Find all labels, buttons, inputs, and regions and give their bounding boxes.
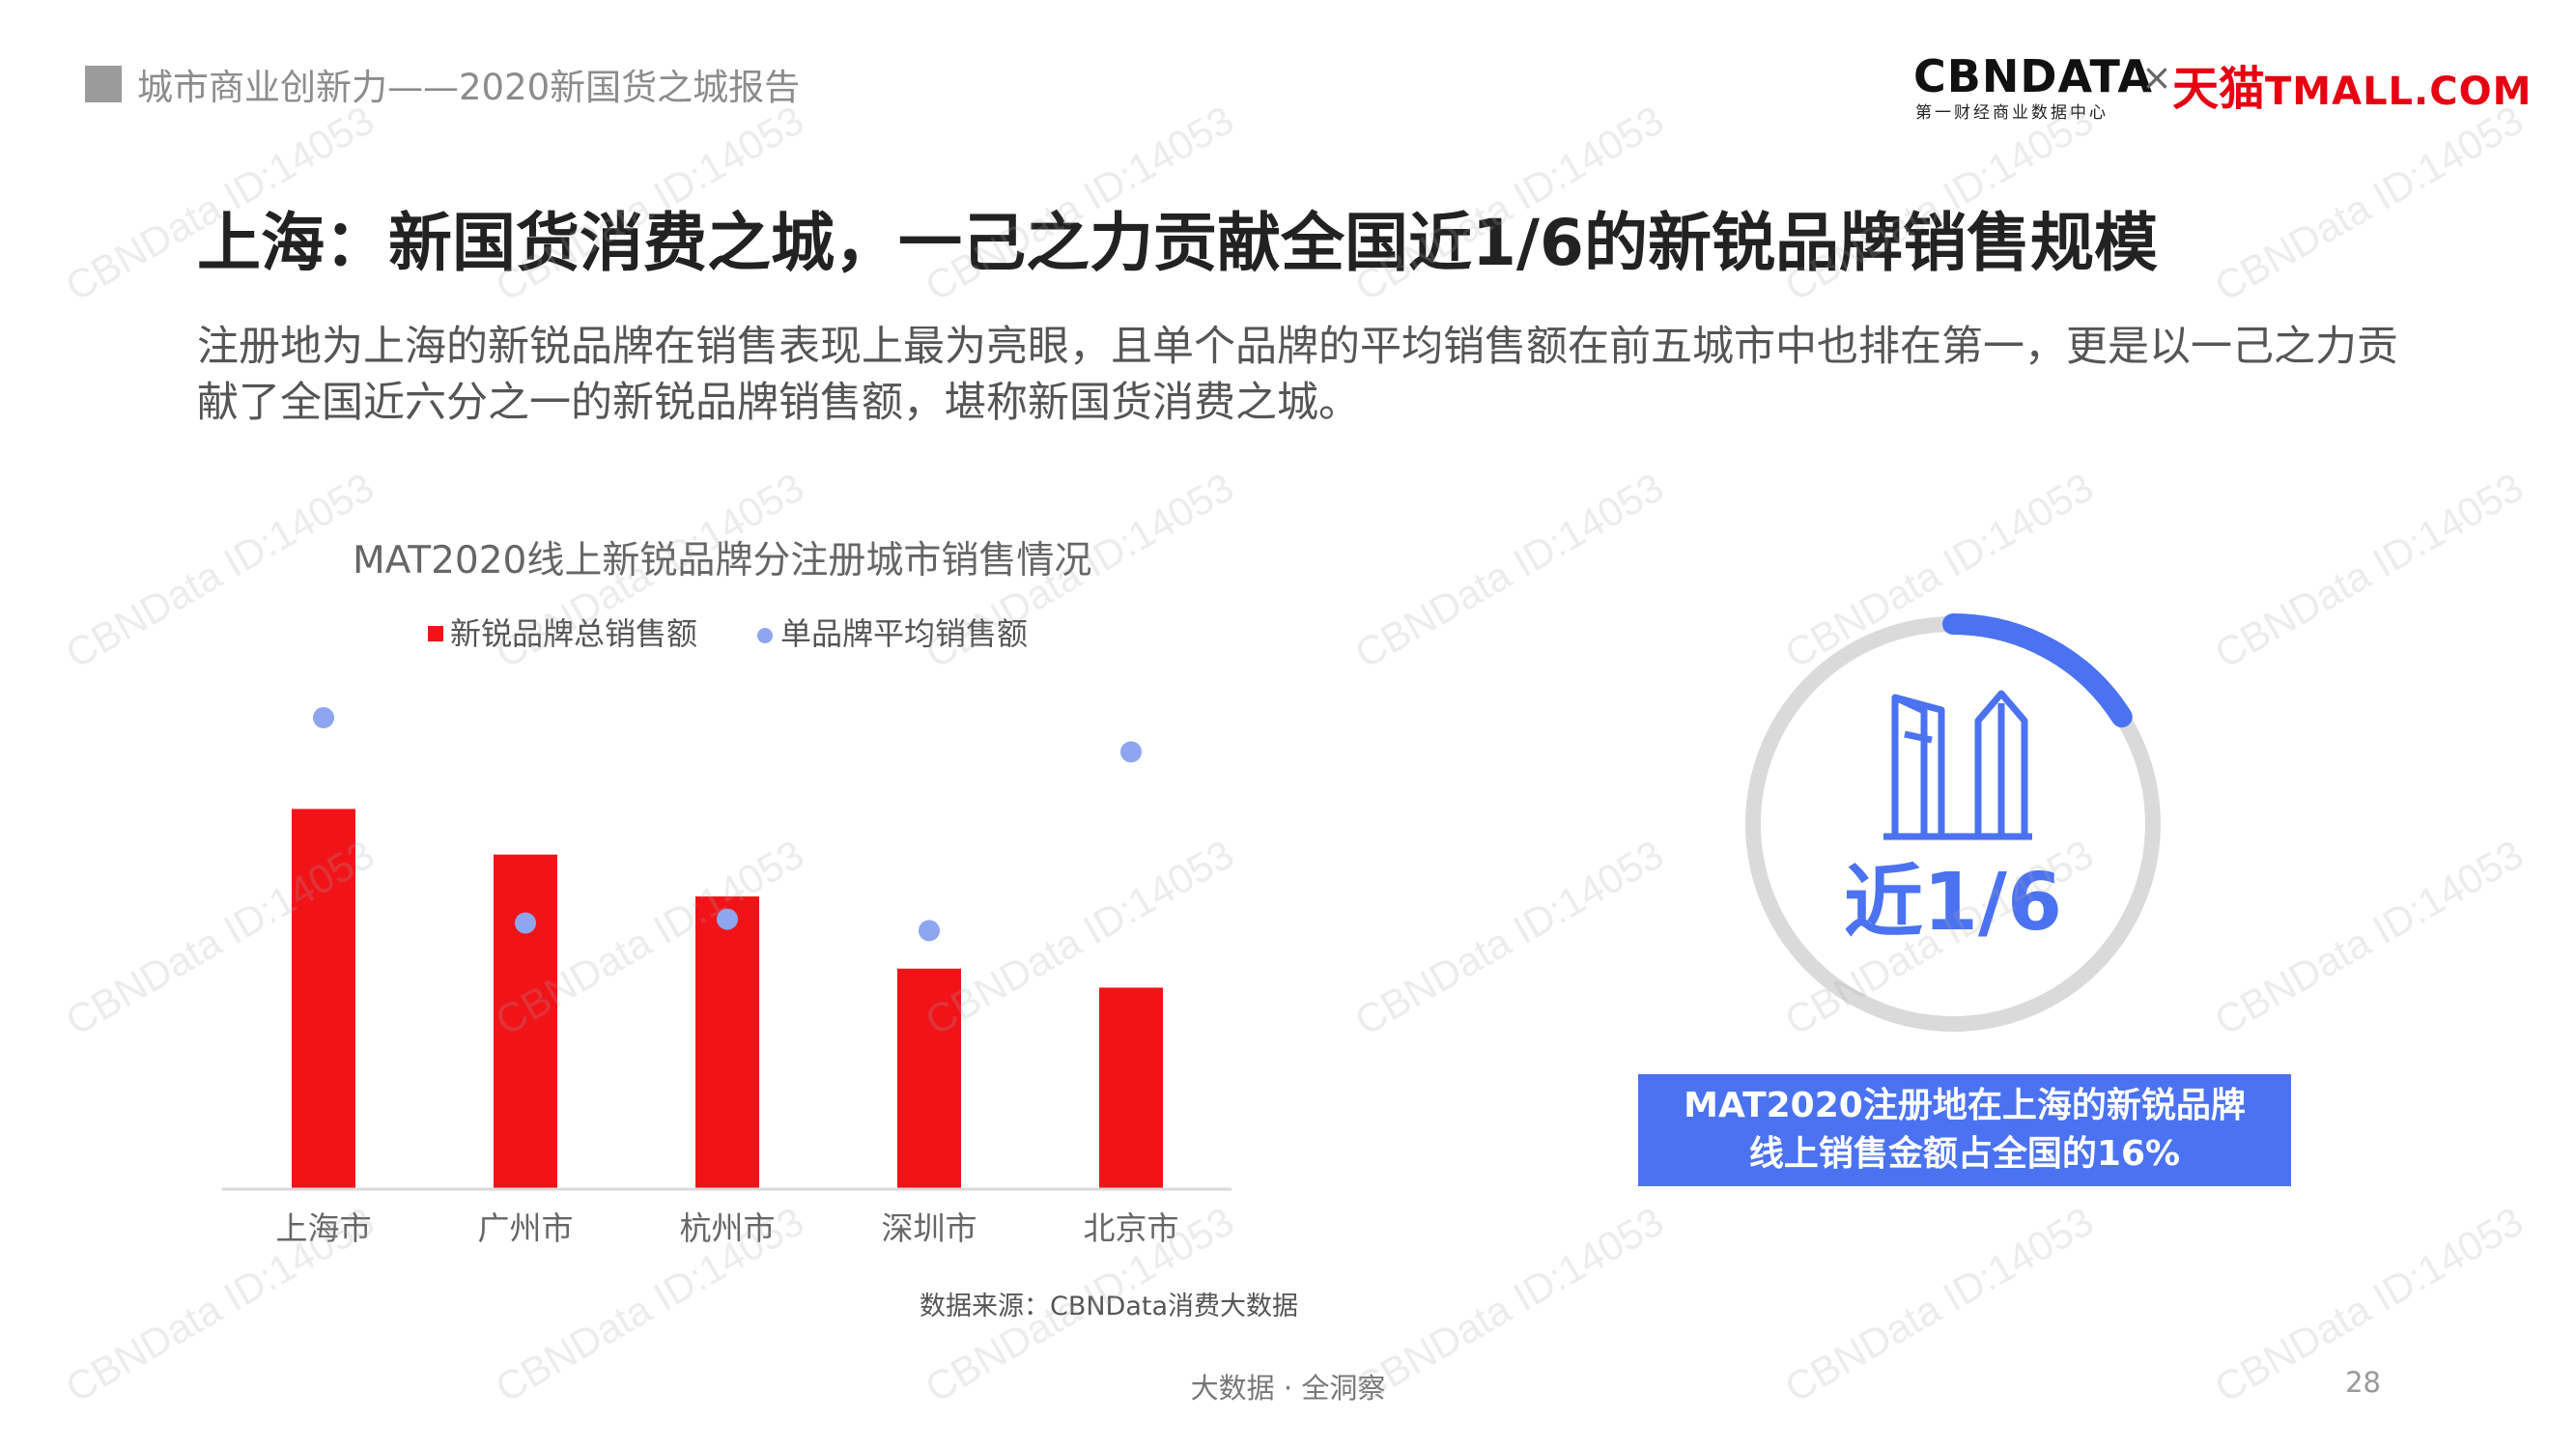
chart-source: 数据来源：CBNData消费大数据 [920,1292,1298,1321]
legend-dot-swatch [757,628,773,643]
highlight-caption: MAT2020注册地在上海的新锐品牌 线上销售金额占全国的16% [1638,1074,2291,1186]
chart-canvas: MAT2020线上新锐品牌分注册城市销售情况 新锐品牌总销售额 单品牌平均销售额… [222,539,2161,1321]
bar-3 [695,895,759,1189]
legend-bar-swatch [428,626,443,641]
x-tick-label-2: 广州市 [478,1209,574,1247]
legend-dot-label: 单品牌平均销售额 [780,615,1028,652]
bar-4 [897,968,961,1189]
bar-2 [494,854,557,1189]
x-tick-label-3: 杭州市 [680,1209,776,1247]
x-tick-label-1: 上海市 [276,1209,372,1247]
bar-group [292,809,1163,1189]
bar-5 [1099,987,1163,1189]
avg-dot-5 [1120,741,1142,763]
avg-dot-4 [919,920,940,942]
avg-dot-3 [717,908,738,930]
footer-tagline: 大数据 · 全洞察 [1190,1372,1386,1405]
highlight-caption-line2: 线上销售金额占全国的16% [1748,1134,2181,1174]
highlight-value: 近1/6 [1844,857,2062,949]
x-tick-labels: 上海市 广州市 杭州市 深圳市 北京市 [276,1209,1179,1247]
ring-progress-arc [1942,613,2133,728]
legend-bar-label: 新锐品牌总销售额 [450,615,697,652]
bar-1 [292,809,355,1189]
x-tick-label-4: 深圳市 [882,1209,977,1247]
x-tick-label-5: 北京市 [1084,1209,1179,1247]
avg-dot-1 [313,706,334,728]
avg-dot-2 [515,912,536,934]
chart-title: MAT2020线上新锐品牌分注册城市销售情况 [353,539,1091,582]
page-number: 28 [2345,1366,2381,1399]
skyscraper-icon [1883,690,2032,840]
highlight-caption-line1: MAT2020注册地在上海的新锐品牌 [1684,1086,2246,1125]
